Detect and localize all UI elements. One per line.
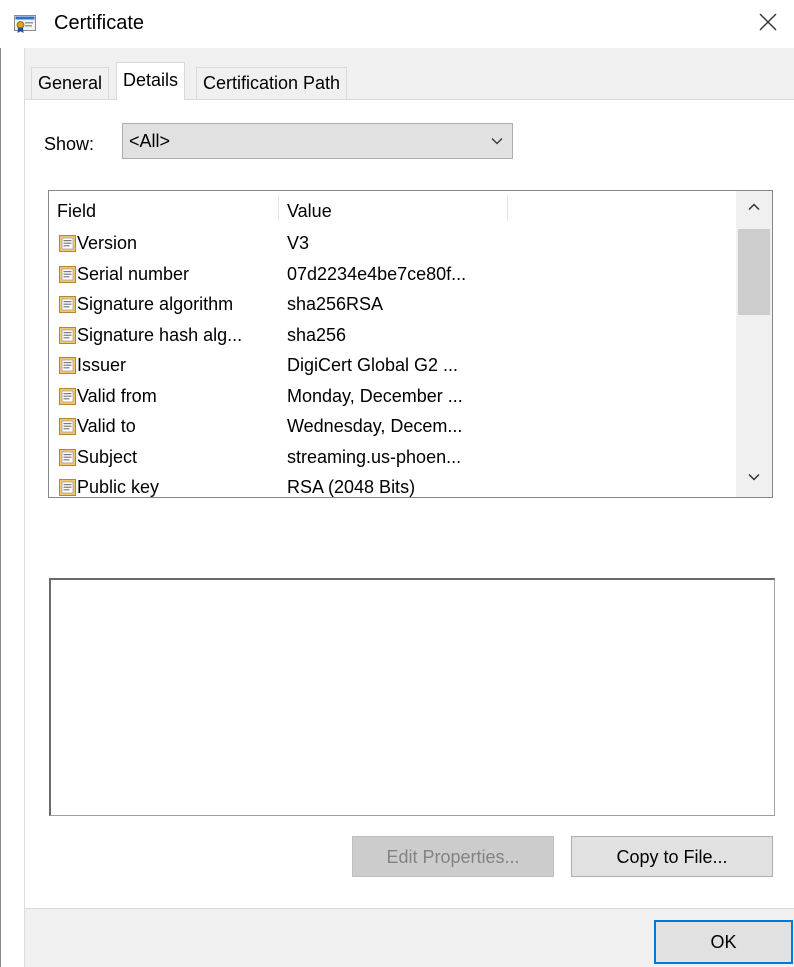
list-item[interactable]: Serial number 07d2234e4be7ce80f...	[49, 260, 735, 291]
list-item[interactable]: Version V3	[49, 229, 735, 260]
window-left-border	[0, 0, 1, 967]
close-button[interactable]	[744, 2, 792, 46]
chevron-up-icon	[747, 200, 761, 219]
chevron-down-icon	[490, 134, 504, 148]
tab-certification-path[interactable]: Certification Path	[196, 67, 348, 99]
row-field-value: 07d2234e4be7ce80f...	[287, 263, 467, 284]
row-field-name: Issuer	[77, 355, 127, 375]
window-title: Certificate	[54, 12, 145, 34]
tab-label: Details	[123, 70, 179, 90]
list-header: Field Value	[49, 191, 735, 225]
column-header-field[interactable]: Field	[57, 199, 96, 223]
row-field-name: Subject	[77, 446, 138, 467]
row-field-name: Signature hash alg...	[77, 324, 243, 345]
tab-label: Certification Path	[203, 73, 341, 93]
tab-label: General	[38, 73, 103, 93]
certificate-field-icon	[59, 479, 76, 496]
list-item[interactable]: Valid from Monday, December ...	[49, 382, 735, 413]
list-item[interactable]: Issuer DigiCert Global G2 ...	[49, 351, 735, 382]
row-field-value: sha256	[287, 324, 347, 345]
list-item[interactable]: Signature algorithm sha256RSA	[49, 290, 735, 321]
ok-button[interactable]: OK	[654, 920, 793, 964]
chevron-down-icon	[747, 470, 761, 489]
list-rows: Version V3 Serial number 07d2234e4be7ce8…	[49, 229, 735, 497]
row-field-value: sha256RSA	[287, 294, 384, 314]
row-field-name: Serial number	[77, 263, 190, 284]
row-field-value: streaming.us-phoen...	[287, 446, 462, 467]
row-field-value: Monday, December ...	[287, 385, 463, 406]
certificate-field-icon	[59, 357, 76, 374]
row-field-name: Valid from	[77, 385, 157, 406]
certificate-field-icon	[59, 235, 76, 252]
row-field-name: Version	[77, 233, 138, 253]
row-field-value: V3	[287, 233, 310, 253]
row-field-value: Wednesday, Decem...	[287, 416, 463, 436]
scroll-thumb[interactable]	[738, 229, 770, 315]
column-divider[interactable]	[278, 195, 279, 221]
list-item[interactable]: Subject streaming.us-phoen...	[49, 443, 735, 474]
certificate-field-icon	[59, 418, 76, 435]
show-label: Show:	[44, 134, 95, 154]
close-icon	[758, 12, 778, 37]
tab-general[interactable]: General	[31, 67, 110, 99]
certificate-icon	[14, 14, 36, 34]
column-header-value[interactable]: Value	[287, 199, 332, 223]
column-divider[interactable]	[507, 195, 508, 221]
vertical-scrollbar[interactable]	[736, 191, 772, 497]
list-item[interactable]: Signature hash alg... sha256	[49, 321, 735, 352]
certificate-field-icon	[59, 387, 76, 405]
edit-properties-button[interactable]: Edit Properties...	[352, 836, 554, 877]
list-item[interactable]: Valid to Wednesday, Decem...	[49, 412, 735, 443]
dialog-body: General Details Certification Path Show:…	[24, 48, 794, 967]
certificate-field-icon	[59, 265, 76, 283]
title-bar: Certificate	[0, 0, 794, 48]
row-field-value: DigiCert Global G2 ...	[287, 355, 459, 375]
show-dropdown-value: <All>	[129, 131, 171, 151]
row-field-name: Signature algorithm	[77, 294, 234, 314]
list-item[interactable]: Public key RSA (2048 Bits)	[49, 473, 735, 497]
tab-details[interactable]: Details	[116, 62, 186, 100]
copy-to-file-button[interactable]: Copy to File...	[571, 836, 773, 877]
row-field-name: Public key	[77, 477, 160, 497]
row-field-value: RSA (2048 Bits)	[287, 477, 416, 497]
details-panel: Show: <All> Field Value Version V3 Seria…	[25, 99, 794, 909]
certificate-field-icon	[59, 326, 76, 344]
scroll-down-button[interactable]	[736, 461, 772, 497]
certificate-field-icon	[59, 448, 76, 466]
field-detail-textbox[interactable]	[49, 578, 775, 816]
scroll-up-button[interactable]	[736, 191, 772, 227]
certificate-field-icon	[59, 296, 76, 313]
field-value-list[interactable]: Field Value Version V3 Serial number 07d…	[48, 190, 773, 498]
show-dropdown[interactable]: <All>	[122, 123, 513, 159]
row-field-name: Valid to	[77, 416, 136, 436]
